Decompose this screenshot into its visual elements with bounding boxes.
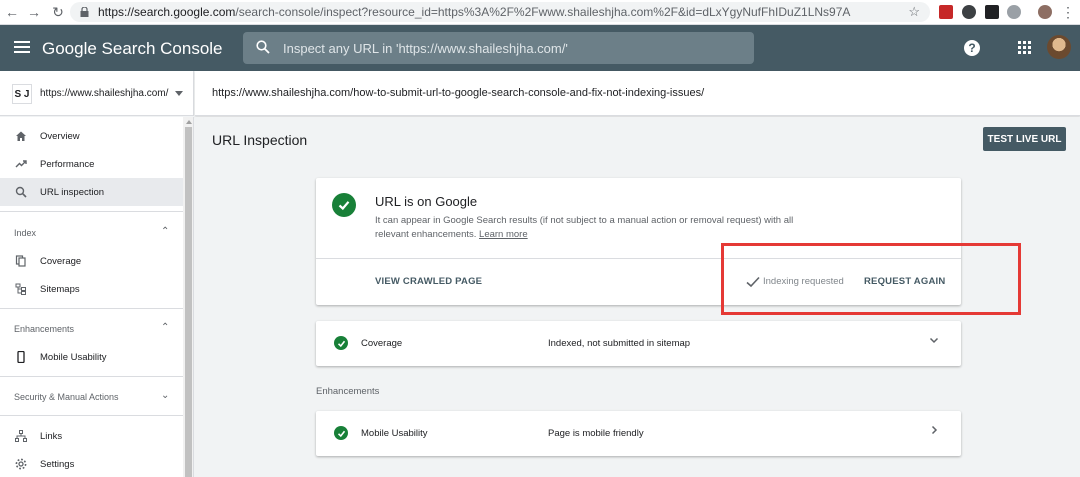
chevron-up-icon[interactable]: ⌃ — [161, 226, 169, 237]
page-title: URL Inspection — [212, 132, 308, 148]
status-description: It can appear in Google Search results (… — [375, 214, 795, 242]
property-selector[interactable]: S J https://www.shaileshjha.com/ — [0, 71, 194, 116]
status-title: URL is on Google — [375, 194, 478, 209]
sidebar-section-enhancements[interactable]: Enhancements — [14, 324, 74, 334]
sidebar-item-label: Sitemaps — [40, 283, 80, 295]
scrollbar-thumb[interactable] — [185, 127, 192, 477]
more-vert-icon[interactable]: ⋮ — [1056, 0, 1080, 24]
check-circle-icon — [334, 426, 348, 440]
property-logo: S J — [12, 84, 32, 104]
enhancements-heading: Enhancements — [316, 386, 380, 397]
home-icon — [15, 130, 27, 142]
extension-icon[interactable] — [985, 5, 999, 19]
sidebar-divider — [0, 376, 183, 377]
profile-avatar[interactable] — [1038, 5, 1052, 19]
search-icon — [15, 186, 27, 198]
sidebar-item-performance[interactable]: Performance — [0, 150, 183, 178]
property-url: https://www.shaileshjha.com/ — [40, 88, 169, 99]
sidebar-section-security[interactable]: Security & Manual Actions — [14, 392, 119, 402]
sidebar-item-label: Performance — [40, 158, 95, 170]
sidebar-item-url-inspection[interactable]: URL inspection — [0, 178, 183, 206]
lock-icon — [80, 7, 90, 17]
chevron-right-icon[interactable] — [929, 425, 939, 438]
check-circle-icon — [334, 336, 348, 350]
coverage-value: Indexed, not submitted in sitemap — [548, 338, 691, 349]
coverage-row[interactable]: Coverage Indexed, not submitted in sitem… — [316, 321, 961, 366]
phone-icon — [15, 351, 27, 363]
inspected-url: https://www.shaileshjha.com/how-to-submi… — [195, 71, 1080, 116]
apps-grid-icon[interactable] — [1018, 41, 1031, 54]
sidebar-divider — [0, 308, 183, 309]
chevron-down-icon[interactable] — [929, 335, 939, 348]
sidebar-item-label: Coverage — [40, 255, 82, 267]
address-bar[interactable]: https://search.google.com/search-console… — [70, 2, 930, 22]
file-copy-icon — [15, 255, 27, 267]
sidebar-item-settings[interactable]: Settings — [0, 450, 183, 477]
sidebar-item-overview[interactable]: Overview — [0, 122, 183, 150]
mobile-usability-value: Page is mobile friendly — [548, 428, 644, 439]
check-circle-icon — [332, 193, 356, 217]
inspect-search-input[interactable]: Inspect any URL in 'https://www.shailesh… — [243, 32, 754, 64]
view-crawled-page-button[interactable]: VIEW CRAWLED PAGE — [375, 276, 482, 287]
sidebar-item-sitemaps[interactable]: Sitemaps — [0, 275, 183, 303]
sidebar-item-label: Links — [40, 430, 63, 442]
sidebar-item-label: Overview — [40, 130, 80, 142]
annotation-highlight-box — [721, 243, 1021, 315]
learn-more-link[interactable]: Learn more — [479, 229, 528, 240]
account-avatar[interactable] — [1047, 35, 1071, 59]
links-icon — [15, 430, 27, 442]
back-icon[interactable]: ← — [0, 0, 24, 24]
sidebar-section-index[interactable]: Index — [14, 228, 36, 238]
url-host: https://search.google.com — [98, 5, 236, 19]
url-path: /search-console/inspect?resource_id=http… — [235, 5, 851, 19]
mobile-usability-label: Mobile Usability — [361, 428, 428, 439]
mobile-usability-row[interactable]: Mobile Usability Page is mobile friendly — [316, 411, 961, 456]
chevron-up-icon[interactable]: ⌃ — [161, 322, 169, 333]
sidebar-divider — [0, 415, 183, 416]
reload-icon[interactable]: ↻ — [46, 0, 70, 24]
menu-icon[interactable] — [14, 41, 30, 53]
sidebar-item-label: Settings — [40, 458, 75, 470]
help-icon[interactable]: ? — [964, 40, 980, 56]
scroll-up-icon[interactable] — [186, 120, 192, 124]
coverage-label: Coverage — [361, 338, 403, 349]
sidebar-divider — [0, 211, 183, 212]
inspection-panel: URL is on Google It can appear in Google… — [195, 165, 1080, 477]
sidebar-item-label: URL inspection — [40, 186, 105, 198]
sidebar-item-mobile-usability[interactable]: Mobile Usability — [0, 343, 183, 371]
status-description-text: It can appear in Google Search results (… — [375, 215, 794, 240]
sitemap-icon — [15, 283, 27, 295]
forward-icon[interactable]: → — [22, 0, 46, 24]
test-live-url-button[interactable]: TEST LIVE URL — [983, 127, 1066, 151]
sidebar-item-links[interactable]: Links — [0, 422, 183, 450]
star-icon[interactable]: ☆ — [908, 4, 920, 20]
chevron-down-icon — [175, 91, 183, 96]
gear-icon — [15, 458, 27, 470]
sidebar-item-coverage[interactable]: Coverage — [0, 247, 183, 275]
search-icon — [256, 40, 270, 57]
extension-icon[interactable] — [962, 5, 976, 19]
chevron-down-icon[interactable]: ⌄ — [161, 390, 169, 401]
sidebar-scrollbar[interactable] — [183, 117, 194, 477]
search-placeholder: Inspect any URL in 'https://www.shailesh… — [283, 40, 568, 56]
browser-toolbar: ← → ↻ https://search.google.com/search-c… — [0, 0, 1080, 25]
app-bar: Google Search Console Inspect any URL in… — [0, 25, 1080, 71]
sidebar: Overview Performance URL inspection Inde… — [0, 117, 183, 477]
app-title[interactable]: Google Search Console — [42, 39, 223, 59]
sidebar-item-label: Mobile Usability — [40, 351, 107, 363]
trending-up-icon — [15, 158, 27, 170]
pdf-extension-icon[interactable] — [939, 5, 953, 19]
extension-icon[interactable] — [1007, 5, 1021, 19]
